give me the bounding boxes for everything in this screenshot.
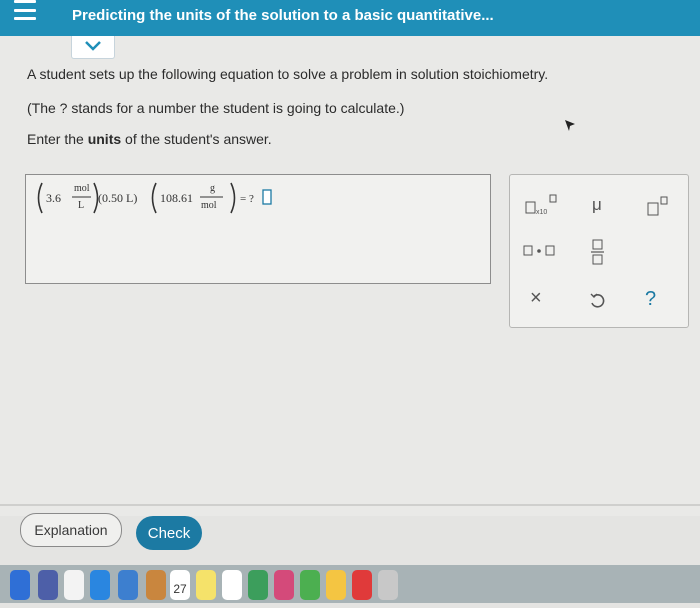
svg-text:x10: x10 bbox=[536, 209, 547, 216]
calendar-icon[interactable]: 27 bbox=[170, 570, 190, 600]
maps-icon[interactable] bbox=[248, 570, 268, 600]
reminders-icon[interactable] bbox=[222, 570, 242, 600]
launchpad-icon[interactable] bbox=[64, 570, 84, 600]
collapse-tab[interactable] bbox=[71, 36, 115, 59]
facetime-icon[interactable] bbox=[300, 570, 320, 600]
chevron-down-icon bbox=[85, 41, 101, 51]
menu-icon[interactable] bbox=[14, 0, 36, 20]
answer-input-cursor[interactable] bbox=[262, 189, 272, 205]
notes-icon[interactable] bbox=[196, 570, 216, 600]
svg-text:= ?: = ? bbox=[240, 193, 254, 205]
svg-text:g: g bbox=[210, 183, 215, 194]
math-toolbar: x10 μ × ? bbox=[509, 174, 689, 328]
question-text-line3: Enter the units of the student's answer. bbox=[27, 131, 272, 147]
mail-icon[interactable] bbox=[118, 570, 138, 600]
svg-text:L: L bbox=[78, 200, 84, 211]
safari-icon[interactable] bbox=[90, 570, 110, 600]
svg-text:mol: mol bbox=[201, 200, 217, 211]
help-button[interactable]: ? bbox=[645, 288, 656, 311]
contacts-icon[interactable] bbox=[146, 570, 166, 600]
finder-icon[interactable] bbox=[10, 570, 30, 600]
photos-icon[interactable] bbox=[274, 570, 294, 600]
multiply-dot-button[interactable] bbox=[522, 243, 556, 259]
undo-icon[interactable] bbox=[588, 291, 608, 311]
question-text-line2: (The ? stands for a number the student i… bbox=[27, 100, 405, 116]
micro-symbol-button[interactable]: μ bbox=[592, 195, 602, 215]
equation: 3.6 mol L (0.50 L) 108.61 g mol = ? bbox=[37, 182, 272, 214]
svg-text:mol: mol bbox=[74, 183, 90, 194]
superscript-button[interactable] bbox=[644, 195, 674, 217]
app-icon[interactable] bbox=[326, 570, 346, 600]
explanation-button[interactable]: Explanation bbox=[20, 513, 122, 547]
news-icon[interactable] bbox=[352, 570, 372, 600]
equation-answer-box[interactable]: 3.6 mol L (0.50 L) 108.61 g mol = ? bbox=[25, 174, 491, 284]
page-title: Predicting the units of the solution to … bbox=[72, 7, 494, 24]
divider bbox=[0, 504, 700, 506]
dock: 27 bbox=[0, 565, 700, 603]
header-bar: Predicting the units of the solution to … bbox=[0, 0, 700, 36]
mouse-cursor-icon bbox=[565, 120, 575, 131]
fraction-button[interactable] bbox=[590, 238, 606, 266]
scientific-notation-button[interactable]: x10 bbox=[524, 193, 562, 217]
svg-text:3.6: 3.6 bbox=[46, 191, 61, 205]
question-text-line1: A student sets up the following equation… bbox=[27, 66, 549, 82]
app-icon-2[interactable] bbox=[378, 570, 398, 600]
clear-button[interactable]: × bbox=[530, 287, 542, 310]
svg-text:(0.50 L): (0.50 L) bbox=[98, 191, 137, 205]
svg-text:108.61: 108.61 bbox=[160, 191, 193, 205]
check-button[interactable]: Check bbox=[136, 516, 202, 550]
siri-icon[interactable] bbox=[38, 570, 58, 600]
